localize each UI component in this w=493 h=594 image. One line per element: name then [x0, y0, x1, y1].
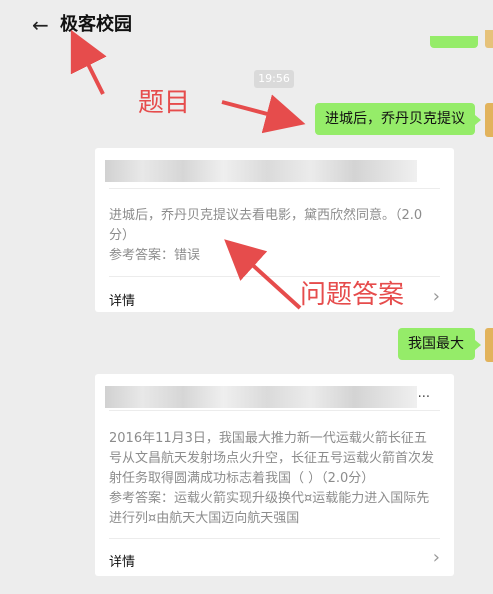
- divider: [109, 538, 440, 539]
- divider: [109, 188, 440, 189]
- question-text: 2016年11月3日，我国最大推力新一代运载火箭长征五号从文昌航天发射场点火升空…: [109, 431, 435, 486]
- page-title: 极客校园: [60, 14, 132, 35]
- avatar[interactable]: [485, 30, 493, 48]
- question-text: 进城后，乔丹贝克提议去看电影，黛西欣然同意。（2.0分）: [109, 208, 423, 243]
- avatar[interactable]: [485, 103, 493, 137]
- divider: [109, 276, 440, 277]
- outgoing-message[interactable]: 我国最大: [398, 328, 481, 360]
- blurred-header: [105, 386, 417, 408]
- more-text: ...: [417, 386, 430, 401]
- card-body: 2016年11月3日，我国最大推力新一代运载火箭长征五号从文昌航天发射场点火升空…: [109, 429, 438, 529]
- outgoing-message[interactable]: 进城后，乔丹贝克提议: [315, 103, 481, 135]
- annotation-question-label: 题目: [138, 88, 191, 118]
- divider: [109, 410, 440, 411]
- chevron-right-icon: ›: [432, 286, 440, 307]
- timestamp: 19:56: [254, 70, 294, 88]
- card-body: 进城后，乔丹贝克提议去看电影，黛西欣然同意。（2.0分） 参考答案：错误: [109, 206, 438, 266]
- answer-text: 参考答案：错误: [109, 248, 201, 263]
- header-bar: ← 极客校园: [0, 0, 493, 50]
- arrow-to-question: [221, 94, 306, 134]
- annotation-answer-label: 问题答案: [300, 280, 405, 310]
- detail-link[interactable]: 详情 ›: [109, 545, 440, 575]
- arrow-left-icon[interactable]: ←: [32, 14, 49, 36]
- answer-text: 参考答案：运载火箭实现升级换代¤运载能力进入国际先进行列¤由航天大国迈向航天强国: [109, 491, 430, 526]
- detail-label: 详情: [109, 555, 136, 570]
- previous-message-bubble: [430, 36, 478, 48]
- detail-label: 详情: [109, 294, 136, 309]
- blurred-header: [105, 160, 417, 182]
- answer-card[interactable]: ... 2016年11月3日，我国最大推力新一代运载火箭长征五号从文昌航天发射场…: [95, 374, 454, 576]
- chevron-right-icon: ›: [432, 547, 440, 568]
- arrow-to-title: [70, 29, 107, 95]
- avatar[interactable]: [485, 328, 493, 362]
